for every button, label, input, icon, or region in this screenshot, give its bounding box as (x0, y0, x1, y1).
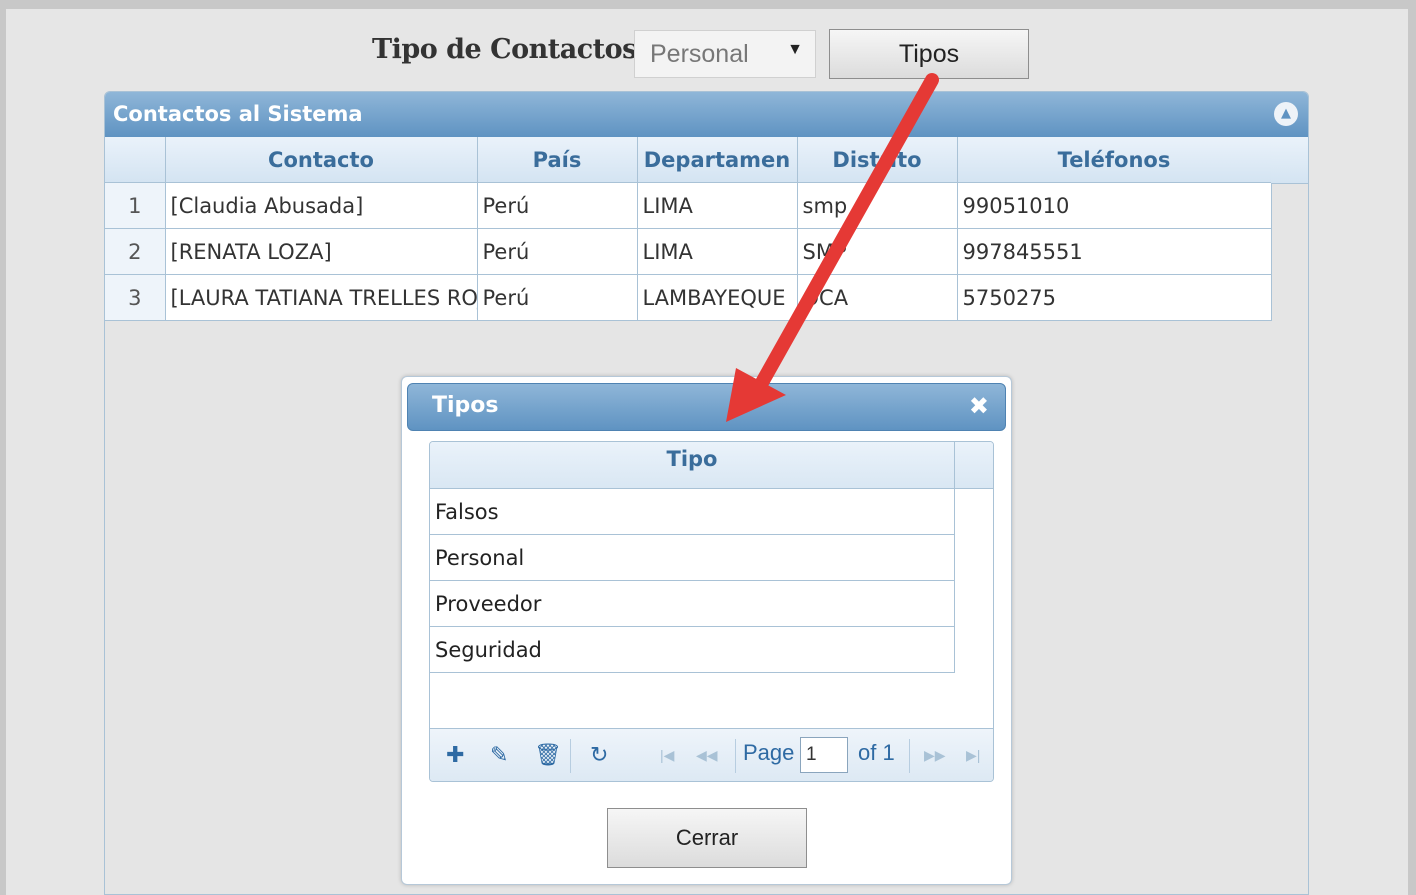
refresh-icon[interactable]: ↻ (590, 729, 608, 781)
add-icon[interactable]: ✚ (446, 729, 464, 781)
cell-contacto: [RENATA LOZA] (165, 228, 478, 275)
cell-tipo: Seguridad (430, 626, 955, 673)
pager-separator (735, 739, 736, 773)
table-row[interactable]: Proveedor (430, 580, 955, 627)
cell-tipo: Personal (430, 534, 955, 581)
cell-departamento: LAMBAYEQUE (637, 274, 798, 321)
tipos-dialog: Tipos ✖ Tipo Falsos Personal Proveedor S… (401, 376, 1012, 885)
tipos-grid: Tipo Falsos Personal Proveedor Seguridad… (429, 441, 994, 782)
col-header-contacto[interactable]: Contacto (165, 137, 478, 183)
col-header-pais[interactable]: País (477, 137, 638, 183)
row-number: 1 (105, 182, 166, 229)
cell-telefonos: 997845551 (957, 228, 1272, 275)
first-page-icon[interactable]: |◀ (660, 729, 674, 781)
table-row[interactable]: 2 [RENATA LOZA] Perú LIMA SMP 997845551 (105, 228, 1272, 275)
prev-page-icon[interactable]: ◀◀ (696, 729, 718, 781)
pager: ✚ ✎ 🗑 ↻ |◀ ◀◀ Page 1 of 1 ▶▶ ▶| (430, 728, 993, 781)
cell-departamento: LIMA (637, 182, 798, 229)
dialog-title: Tipos (432, 393, 499, 418)
page-count: of 1 (858, 740, 895, 765)
next-page-icon[interactable]: ▶▶ (924, 729, 946, 781)
col-header-distrito[interactable]: Distrito (797, 137, 958, 183)
cell-departamento: LIMA (637, 228, 798, 275)
col-header-tipo[interactable]: Tipo (430, 442, 955, 488)
edit-icon[interactable]: ✎ (490, 729, 508, 781)
table-row[interactable]: Seguridad (430, 626, 955, 673)
delete-icon[interactable]: 🗑 (534, 729, 562, 781)
collapse-icon[interactable]: ▲ (1274, 102, 1298, 126)
contacts-table: Contacto País Departamen Distrito Teléfo… (105, 137, 1272, 321)
cell-tipo: Proveedor (430, 580, 955, 627)
cell-telefonos: 99051010 (957, 182, 1272, 229)
cell-distrito: OCA (797, 274, 958, 321)
cell-telefonos: 5750275 (957, 274, 1272, 321)
grid-caption: Contactos al Sistema ▲ (105, 92, 1308, 137)
cell-pais: Perú (477, 274, 638, 321)
close-icon[interactable]: ✖ (969, 384, 989, 428)
contact-type-label: Tipo de Contactos: (372, 34, 647, 65)
grid-header-filler (1271, 137, 1308, 184)
dropdown-arrow-icon: ▼ (787, 41, 803, 58)
last-page-icon[interactable]: ▶| (966, 729, 980, 781)
pager-separator (909, 739, 910, 773)
cell-distrito: SMP (797, 228, 958, 275)
row-number: 3 (105, 274, 166, 321)
tipos-table: Falsos Personal Proveedor Seguridad (430, 489, 955, 673)
table-row[interactable]: Personal (430, 534, 955, 581)
tipos-grid-header: Tipo (430, 442, 993, 489)
cell-contacto: [Claudia Abusada] (165, 182, 478, 229)
cell-contacto: [LAURA TATIANA TRELLES ROJAS] (165, 274, 478, 321)
row-number: 2 (105, 228, 166, 275)
col-header-departamento[interactable]: Departamen (637, 137, 798, 183)
grid-caption-title: Contactos al Sistema (113, 102, 363, 126)
cell-distrito: smp (797, 182, 958, 229)
table-row[interactable]: 3 [LAURA TATIANA TRELLES ROJAS] Perú LAM… (105, 274, 1272, 321)
page-label: Page (743, 740, 795, 765)
table-row[interactable]: 1 [Claudia Abusada] Perú LIMA smp 990510… (105, 182, 1272, 229)
dialog-titlebar[interactable]: Tipos ✖ (407, 383, 1006, 431)
cell-pais: Perú (477, 182, 638, 229)
cell-pais: Perú (477, 228, 638, 275)
cerrar-button[interactable]: Cerrar (607, 808, 807, 868)
pager-separator (570, 739, 571, 773)
col-header-telefonos[interactable]: Teléfonos (957, 137, 1272, 183)
tipos-button[interactable]: Tipos (829, 29, 1029, 79)
table-row[interactable]: Falsos (430, 489, 955, 535)
contact-type-select-value: Personal (650, 40, 749, 68)
contact-type-select[interactable]: Personal ▼ (634, 30, 816, 78)
cell-tipo: Falsos (430, 489, 955, 535)
col-header-rownum (105, 137, 166, 183)
page-number-input[interactable]: 1 (800, 737, 848, 773)
